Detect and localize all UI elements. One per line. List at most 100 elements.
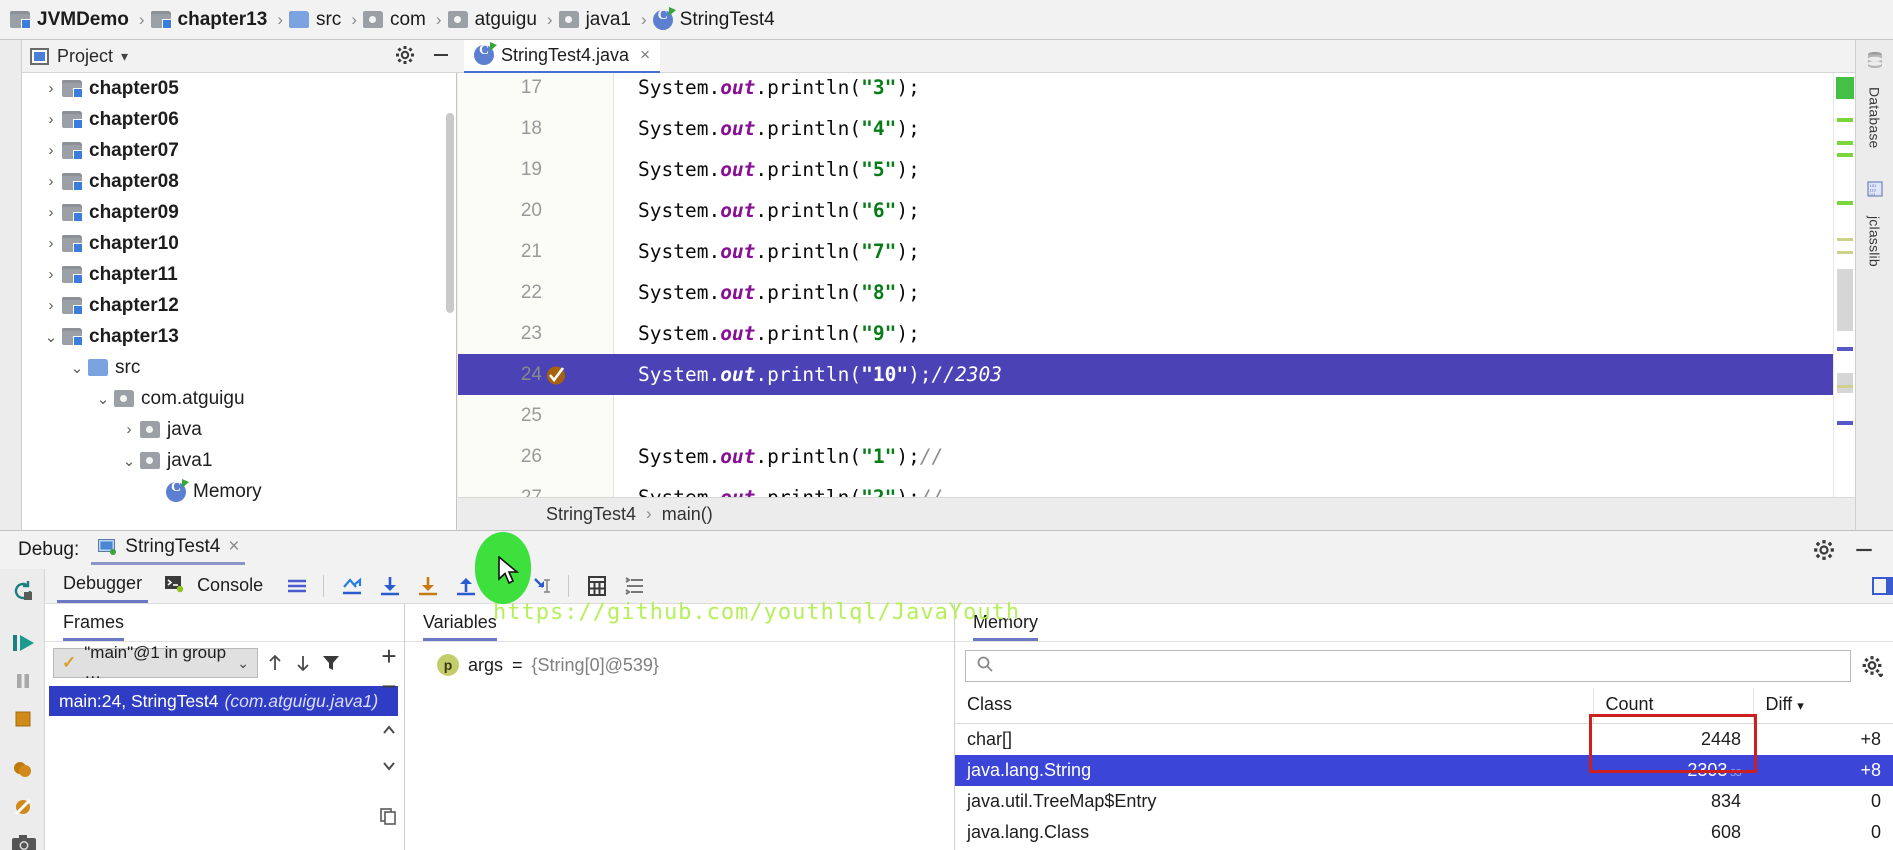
tab-console[interactable]: Console [191,571,269,602]
chevron-right-icon[interactable]: › [40,204,62,221]
code-line-17[interactable]: 17System.out.println("3"); [458,73,1855,108]
code-line-19[interactable]: 19System.out.println("5"); [458,149,1855,190]
tree-item-com-atguigu[interactable]: ⌄com.atguigu [22,383,456,414]
close-icon[interactable]: × [228,536,239,558]
project-tree[interactable]: ›chapter05›chapter06›chapter07›chapter08… [22,73,456,530]
tool-button-database[interactable]: Database [1865,50,1885,149]
restore-layout-icon[interactable] [1871,575,1893,597]
breadcrumb-item-atguigu[interactable]: atguigu [444,7,545,33]
hide-panel-icon[interactable] [1853,539,1875,561]
down-arrow-icon[interactable] [292,652,314,674]
scroll-up-icon[interactable] [378,722,400,744]
memory-search-input[interactable] [1002,656,1840,676]
debug-session-tab[interactable]: StringTest4 × [91,536,245,565]
add-watch-button[interactable]: + [381,648,396,664]
tree-item-chapter10[interactable]: ›chapter10 [22,228,456,259]
code-line-23[interactable]: 23System.out.println("9"); [458,313,1855,354]
pause-icon[interactable] [11,669,33,691]
code-editor[interactable]: 17System.out.println("3");18System.out.p… [458,73,1855,497]
tree-item-chapter05[interactable]: ›chapter05 [22,73,456,104]
up-arrow-icon[interactable] [264,652,286,674]
memory-search-box[interactable] [965,650,1851,682]
settings-gear-icon[interactable] [1813,539,1835,561]
tree-item-chapter12[interactable]: ›chapter12 [22,290,456,321]
step-over-icon[interactable] [378,575,400,597]
code-line-22[interactable]: 22System.out.println("8"); [458,272,1855,313]
chevron-down-icon[interactable]: ⌄ [66,359,88,377]
column-header-diff[interactable]: Diff ▾ [1753,688,1893,724]
chevron-down-icon[interactable]: ⌄ [237,655,249,672]
tree-item-src[interactable]: ⌄src [22,352,456,383]
settings-layout-icon[interactable] [623,575,645,597]
camera-icon[interactable] [11,833,33,850]
tree-item-chapter11[interactable]: ›chapter11 [22,259,456,290]
filter-icon[interactable] [320,652,342,674]
step-out-icon[interactable] [454,575,476,597]
code-line-18[interactable]: 18System.out.println("4"); [458,108,1855,149]
scroll-down-icon[interactable] [378,758,400,780]
project-tree-scrollbar[interactable] [446,113,454,313]
project-panel-dropdown-caret[interactable]: ▾ [121,48,128,65]
tree-item-chapter07[interactable]: ›chapter07 [22,135,456,166]
column-header-class[interactable]: Class [955,688,1593,724]
layout-settings-icon[interactable] [285,575,307,597]
code-line-25[interactable]: 25 [458,395,1855,436]
settings-gear-icon[interactable] [395,45,417,67]
close-icon[interactable]: × [640,45,650,65]
memory-table-row[interactable]: java.util.TreeMap$Entry8340 [955,786,1893,817]
step-into-icon[interactable] [416,575,438,597]
variables-list[interactable]: pargs={String[0]@539} [405,642,954,676]
tree-item-java[interactable]: ›java [22,414,456,445]
copy-icon[interactable] [378,806,400,828]
tree-item-chapter13[interactable]: ⌄chapter13 [22,321,456,352]
run-to-cursor-icon[interactable] [530,575,552,597]
code-line-20[interactable]: 20System.out.println("6"); [458,190,1855,231]
editor-structure-breadcrumb[interactable]: StringTest4 › main() [458,497,1855,530]
error-stripe-markers[interactable] [1833,73,1855,497]
chevron-right-icon[interactable]: › [40,235,62,252]
thread-selector[interactable]: ✓ "main"@1 in group … ⌄ [53,648,258,678]
view-breakpoints-icon[interactable] [11,757,33,779]
mute-breakpoints-icon[interactable] [11,795,33,817]
chevron-right-icon[interactable]: › [118,421,140,438]
code-line-26[interactable]: 26System.out.println("1");// [458,436,1855,477]
breadcrumb-method[interactable]: main() [662,504,713,525]
breadcrumb-item-stringtest4[interactable]: StringTest4 [649,7,783,33]
chevron-down-icon[interactable]: ⌄ [118,452,140,470]
breadcrumb-item-src[interactable]: src [285,7,349,33]
code-line-21[interactable]: 21System.out.println("7"); [458,231,1855,272]
tree-item-java1[interactable]: ⌄java1 [22,445,456,476]
chevron-down-icon[interactable]: ⌄ [92,390,114,408]
remove-watch-button[interactable]: − [381,678,396,694]
tree-item-memory[interactable]: Memory [22,476,456,507]
stripe-thumb[interactable] [1837,269,1853,331]
chevron-right-icon[interactable]: › [40,142,62,159]
resume-icon[interactable] [11,631,33,653]
evaluate-expression-icon[interactable] [585,575,607,597]
settings-gear-icon[interactable] [1861,655,1883,677]
breadcrumb-item-com[interactable]: com [359,7,434,33]
variable-row[interactable]: pargs={String[0]@539} [405,642,954,676]
stop-icon[interactable] [11,707,33,729]
rerun-icon[interactable] [11,579,33,601]
memory-table-row[interactable]: java.lang.Class6080 [955,817,1893,848]
breadcrumb-item-java1[interactable]: java1 [555,7,639,33]
tab-stringtest4-java[interactable]: StringTest4.java × [464,40,660,73]
frame-row[interactable]: main:24, StringTest4(com.atguigu.java1) [49,686,398,716]
tool-button-jclasslib[interactable]: 101110011 jclasslib [1865,179,1885,267]
breadcrumb-item-chapter13[interactable]: chapter13 [147,7,276,33]
variable-value[interactable]: {String[0]@539} [532,655,659,676]
code-line-27[interactable]: 27System.out.println("2");// [458,477,1855,497]
chevron-right-icon[interactable]: › [40,80,62,97]
chevron-right-icon[interactable]: › [40,111,62,128]
code-line-24[interactable]: 24System.out.println("10");//2303 [458,354,1855,395]
breakpoint-verified-icon[interactable] [544,363,568,387]
tree-item-chapter09[interactable]: ›chapter09 [22,197,456,228]
breadcrumb-item-jvmdemo[interactable]: JVMDemo [6,7,137,33]
hide-panel-icon[interactable] [431,45,453,67]
tree-item-chapter06[interactable]: ›chapter06 [22,104,456,135]
chevron-right-icon[interactable]: › [40,266,62,283]
tree-item-chapter08[interactable]: ›chapter08 [22,166,456,197]
frames-list[interactable]: main:24, StringTest4(com.atguigu.java1) [45,686,404,716]
show-execution-point-icon[interactable] [340,575,362,597]
